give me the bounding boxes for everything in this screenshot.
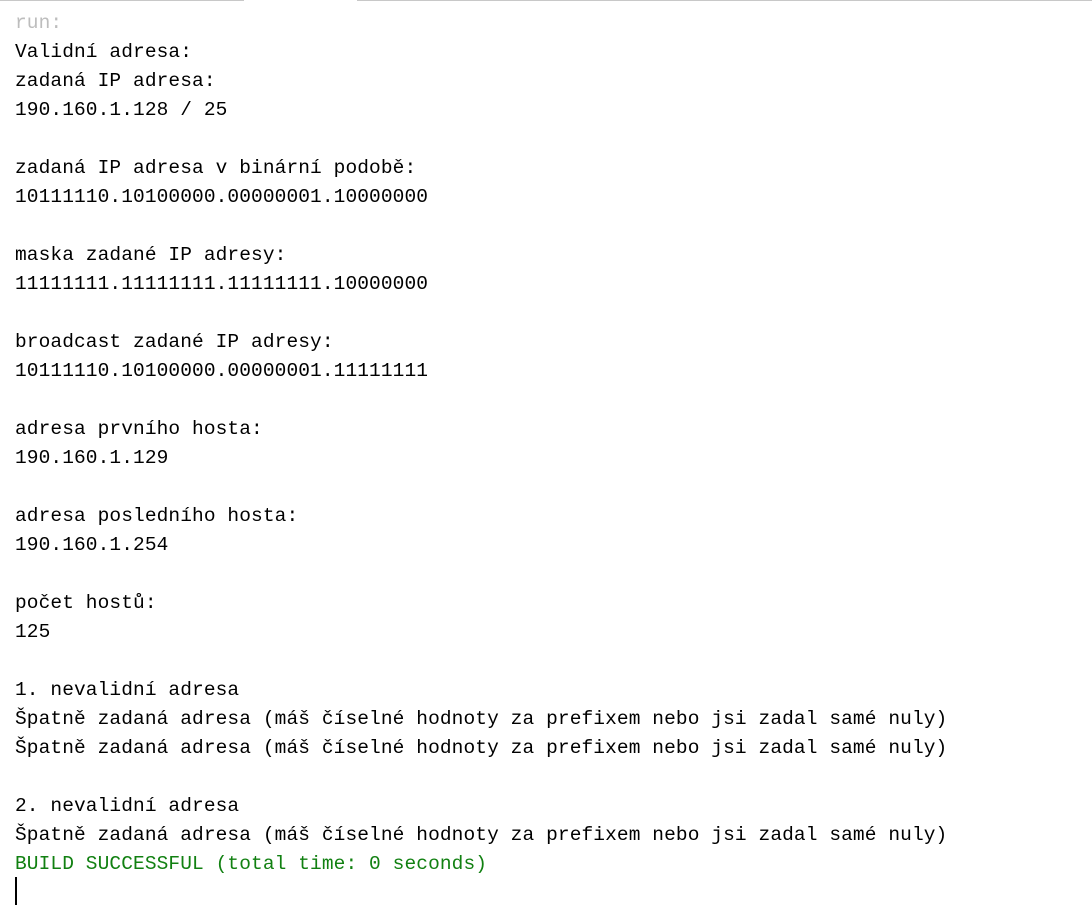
console-line: 1. nevalidní adresa	[15, 679, 240, 701]
console-line: 190.160.1.254	[15, 534, 169, 556]
console-line: počet hostů:	[15, 592, 157, 614]
output-console[interactable]: run: Validní adresa: zadaná IP adresa: 1…	[15, 9, 1092, 879]
console-line: zadaná IP adresa v binární podobě:	[15, 157, 417, 179]
console-line: 10111110.10100000.00000001.11111111	[15, 360, 429, 382]
console-line: Špatně zadaná adresa (máš číselné hodnot…	[15, 824, 948, 846]
build-status-line: BUILD SUCCESSFUL (total time: 0 seconds)	[15, 853, 488, 875]
active-tab-gap	[244, 0, 357, 2]
console-line: 190.160.1.129	[15, 447, 169, 469]
text-cursor	[15, 877, 17, 905]
console-line: Validní adresa:	[15, 41, 193, 63]
console-line: adresa prvního hosta:	[15, 418, 263, 440]
panel-top-border	[0, 0, 1092, 1]
run-label: run:	[15, 12, 63, 34]
console-line: 190.160.1.128 / 25	[15, 99, 228, 121]
console-line: broadcast zadané IP adresy:	[15, 331, 334, 353]
console-line: zadaná IP adresa:	[15, 70, 216, 92]
console-line: adresa posledního hosta:	[15, 505, 299, 527]
console-line: 10111110.10100000.00000001.10000000	[15, 186, 429, 208]
console-line: 2. nevalidní adresa	[15, 795, 240, 817]
console-line: 125	[15, 621, 51, 643]
console-line: Špatně zadaná adresa (máš číselné hodnot…	[15, 737, 948, 759]
console-line: maska zadané IP adresy:	[15, 244, 287, 266]
console-line: Špatně zadaná adresa (máš číselné hodnot…	[15, 708, 948, 730]
console-line: 11111111.11111111.11111111.10000000	[15, 273, 429, 295]
